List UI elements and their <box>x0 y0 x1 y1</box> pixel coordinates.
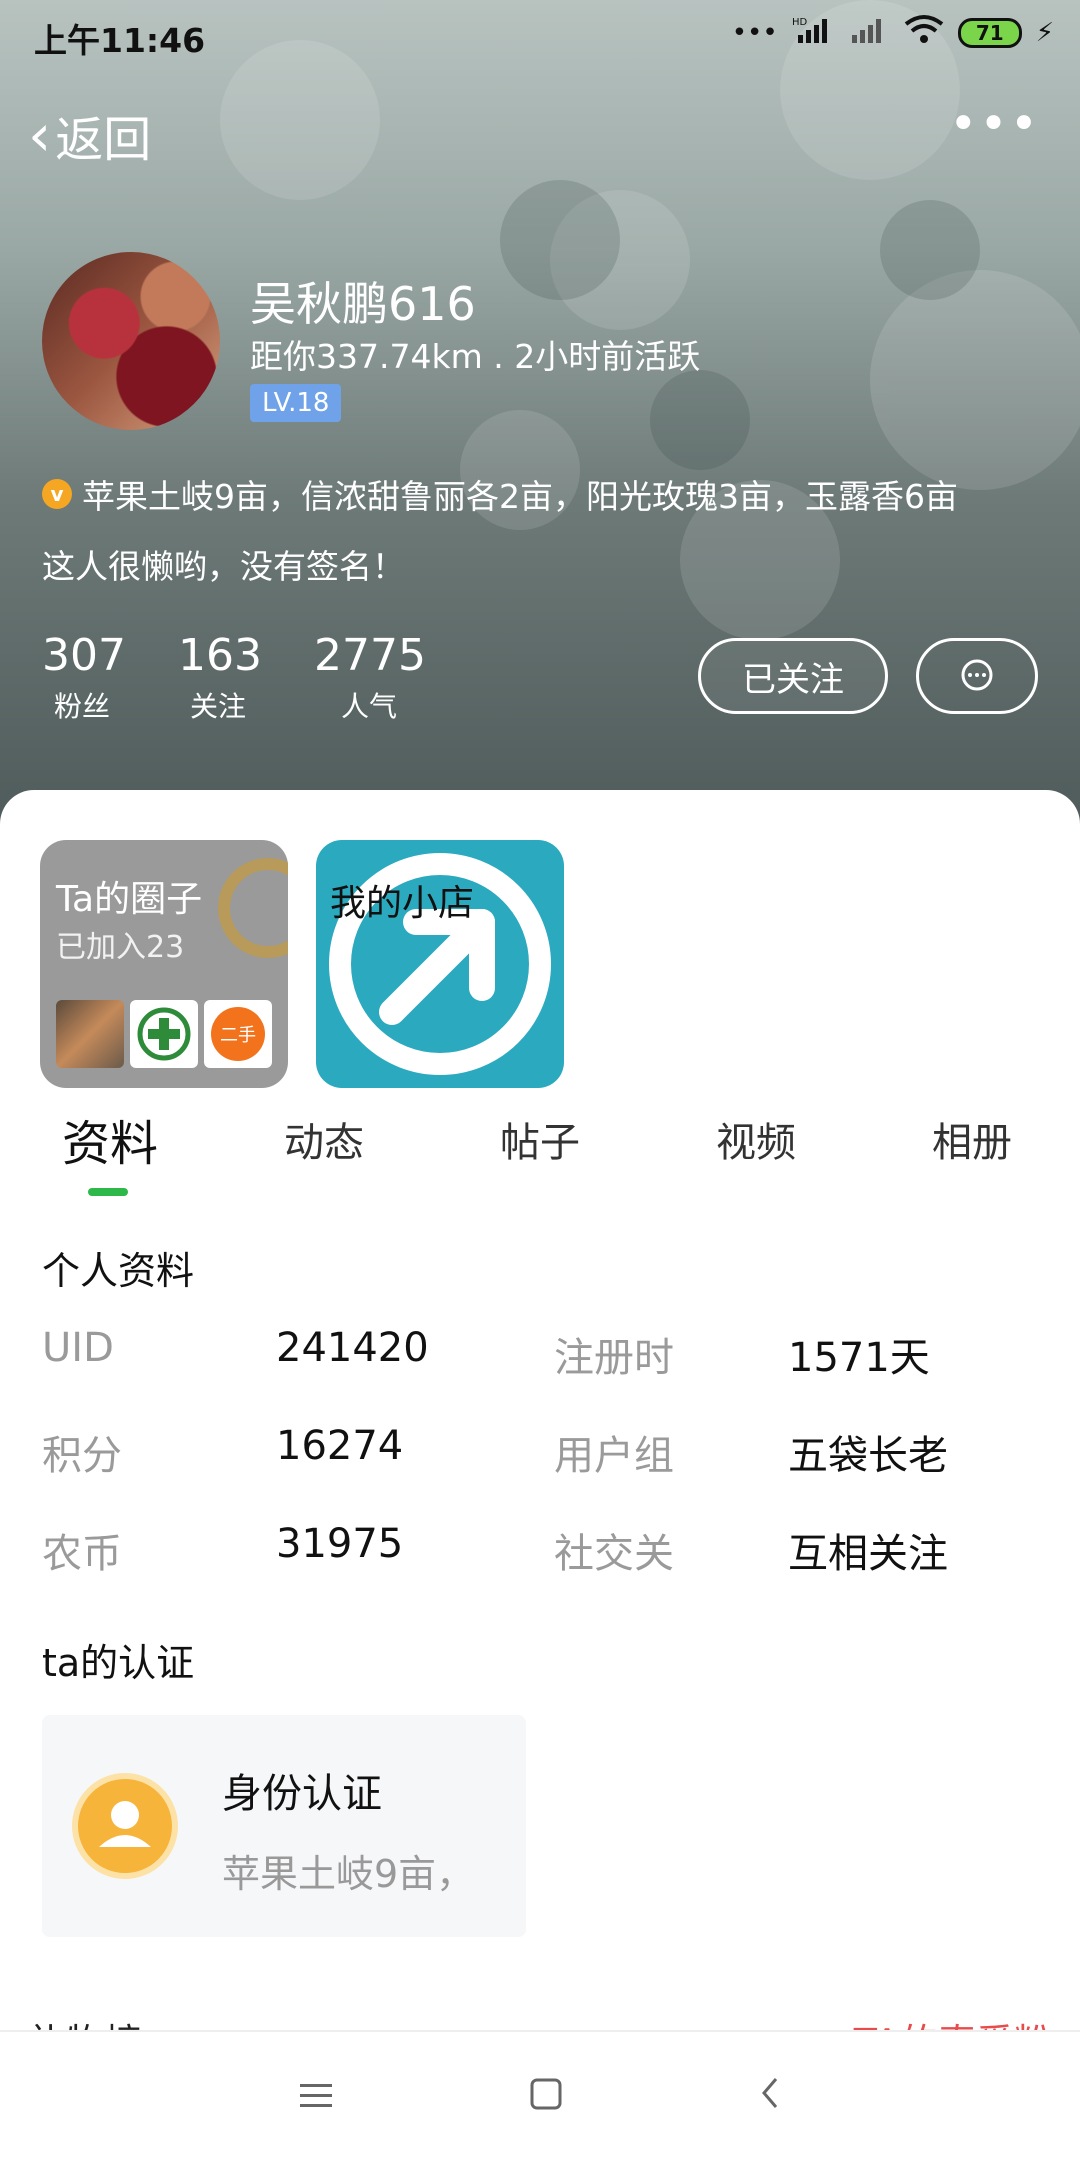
cert-description: 苹果土岐9亩， <box>222 1852 475 1896</box>
shop-tile[interactable]: 我的小店 <box>316 840 564 1088</box>
tab-videos[interactable]: 视频 <box>716 1110 796 1168</box>
status-time: 上午11:46 <box>34 21 206 60</box>
status-bar: 上午11:46 ••• HD 71 ⚡ <box>0 0 1080 68</box>
more-options-button[interactable]: ••• <box>949 96 1040 152</box>
identity-cert-card[interactable]: 身份认证 苹果土岐9亩， <box>42 1715 526 1937</box>
tab-activity[interactable]: 动态 <box>284 1110 364 1168</box>
battery-icon: 71 <box>957 17 1022 48</box>
info-value: 16274 <box>276 1423 404 1469</box>
stat-value: 163 <box>178 630 262 681</box>
svg-text:HD: HD <box>792 17 808 28</box>
stat-value: 307 <box>42 630 126 681</box>
follow-button[interactable]: 已关注 <box>698 638 888 714</box>
circles-subtitle: 已加入23 <box>56 930 185 965</box>
personal-info-title: 个人资料 <box>42 1249 195 1293</box>
status-icons: ••• HD 71 ⚡ <box>732 14 1054 51</box>
info-value: 1571天 <box>788 1335 930 1381</box>
circles-title: Ta的圈子 <box>56 879 203 920</box>
circles-tile[interactable]: Ta的圈子 已加入23 二手 <box>40 840 288 1088</box>
stat-label: 关注 <box>189 690 246 723</box>
shop-title: 我的小店 <box>330 883 475 924</box>
tab-album[interactable]: 相册 <box>932 1110 1012 1168</box>
home-icon[interactable] <box>529 2072 563 2121</box>
system-nav-bar <box>0 2030 1080 2160</box>
tab-posts[interactable]: 帖子 <box>500 1110 580 1168</box>
stat-fans[interactable]: 307 粉丝 <box>42 630 126 725</box>
chat-bubble-icon <box>961 659 993 691</box>
info-key: 农币 <box>42 1531 122 1577</box>
info-key: 社交关 <box>554 1531 674 1577</box>
info-value: 五袋长老 <box>788 1433 948 1479</box>
circle-thumbnail-secondhand: 二手 <box>204 1000 272 1068</box>
verified-bio-text: 苹果土岐9亩，信浓甜鲁丽各2亩，阳光玫瑰3亩，玉露香6亩 <box>82 477 958 516</box>
back-button[interactable]: ‹ 返回 <box>28 100 151 170</box>
cert-title: 身份认证 <box>222 1771 382 1817</box>
circle-thumbnail-cross <box>130 1000 198 1068</box>
level-badge: LV.18 <box>250 384 342 422</box>
profile-tabs: 资料 动态 帖子 视频 相册 <box>0 1110 1080 1210</box>
certification-title: ta的认证 <box>42 1641 195 1685</box>
info-key: 注册时 <box>554 1335 674 1381</box>
info-value: 31975 <box>276 1521 404 1567</box>
tab-indicator <box>88 1188 128 1196</box>
chevron-left-icon: ‹ <box>28 101 52 169</box>
charging-icon: ⚡ <box>1035 17 1054 48</box>
profile-screen: 上午11:46 ••• HD 71 ⚡ ‹ 返回 ••• 吴秋鹏616 距你33… <box>0 0 1080 2160</box>
menu-icon[interactable] <box>298 2072 334 2121</box>
hd-signal-icon: HD <box>792 15 836 50</box>
info-key: UID <box>42 1325 114 1371</box>
stat-popularity[interactable]: 2775 人气 <box>314 630 426 725</box>
profile-distance-activity: 距你337.74km . 2小时前活跃 <box>250 337 701 376</box>
wifi-icon <box>904 14 944 51</box>
avatar[interactable] <box>42 252 220 430</box>
profile-content-card: Ta的圈子 已加入23 二手 我的小店 资料 动态 帖子 视频 相册 个人资料 … <box>0 790 1080 2090</box>
verified-badge-icon: v <box>42 479 72 509</box>
message-button[interactable] <box>916 638 1038 714</box>
circle-decoration-icon <box>218 858 288 958</box>
stat-value: 2775 <box>314 630 426 681</box>
more-dots-icon: ••• <box>731 17 778 48</box>
back-nav-icon[interactable] <box>758 2072 782 2121</box>
secondhand-label: 二手 <box>211 1007 265 1061</box>
signal-icon <box>850 15 890 50</box>
stat-label: 粉丝 <box>53 690 110 723</box>
signature: 这人很懒哟，没有签名！ <box>42 547 405 586</box>
info-value: 互相关注 <box>788 1531 948 1577</box>
stat-label: 人气 <box>340 690 397 723</box>
tab-profile[interactable]: 资料 <box>62 1104 158 1174</box>
info-key: 用户组 <box>554 1433 674 1479</box>
verified-bio: v 苹果土岐9亩，信浓甜鲁丽各2亩，阳光玫瑰3亩，玉露香6亩 <box>42 470 958 518</box>
circle-thumbnail-bird <box>56 1000 124 1068</box>
profile-name: 吴秋鹏616 <box>250 277 476 331</box>
stat-following[interactable]: 163 关注 <box>178 630 262 725</box>
user-icon <box>72 1773 178 1879</box>
info-key: 积分 <box>42 1433 122 1479</box>
info-value: 241420 <box>276 1325 429 1371</box>
back-label: 返回 <box>55 112 152 168</box>
